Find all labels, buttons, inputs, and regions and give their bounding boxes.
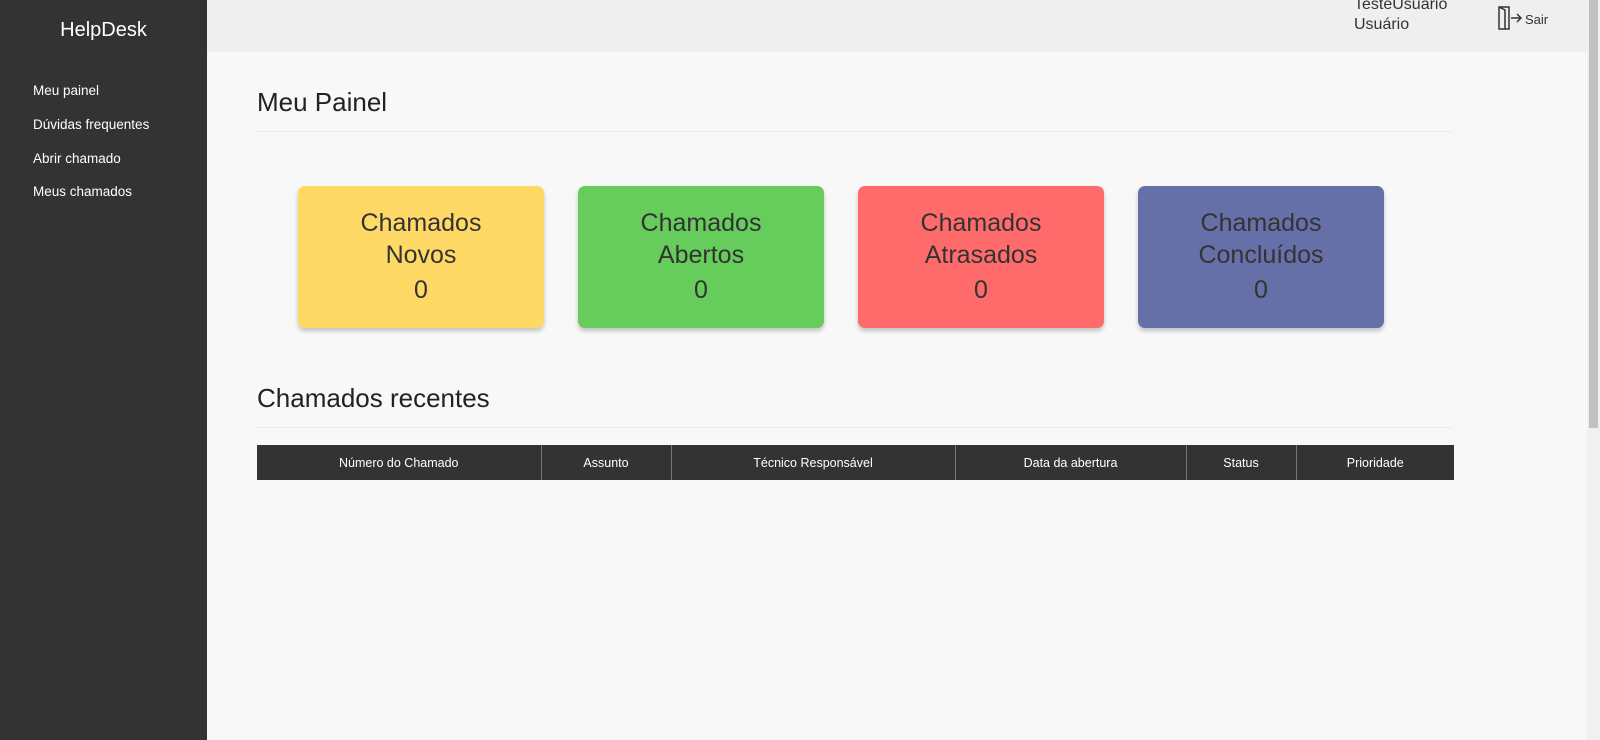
card-title-line2: Novos: [385, 241, 457, 269]
door-exit-icon: [1496, 5, 1523, 34]
card-title: Chamados Novos: [298, 207, 544, 271]
card-title-line2: Abertos: [657, 241, 745, 269]
card-title: Chamados Abertos: [578, 207, 824, 271]
card-chamados-abertos[interactable]: Chamados Abertos 0: [578, 186, 824, 328]
column-header-assunto[interactable]: Assunto: [540, 445, 671, 480]
sidebar: HelpDesk Meu painel Dúvidas frequentes A…: [0, 0, 207, 740]
column-header-prioridade[interactable]: Prioridade: [1295, 445, 1454, 480]
card-title: Chamados Concluídos: [1138, 207, 1384, 271]
logout-label: Sair: [1525, 11, 1549, 27]
logout-button[interactable]: Sair: [1496, 5, 1549, 34]
card-title-line2: Concluídos: [1198, 241, 1324, 269]
scrollbar[interactable]: [1587, 0, 1600, 740]
title-divider: [257, 131, 1453, 132]
sidebar-item-duvidas-frequentes[interactable]: Dúvidas frequentes: [33, 117, 149, 132]
recent-tickets-title: Chamados recentes: [257, 383, 490, 413]
user-role: Usuário: [1354, 16, 1410, 33]
column-header-numero[interactable]: Número do Chamado: [257, 445, 541, 480]
recent-divider: [257, 427, 1453, 428]
card-title-line1: Chamados: [920, 209, 1042, 237]
user-name: TesteUsuario: [1354, 0, 1448, 13]
page-title: Meu Painel: [257, 87, 388, 117]
brand-title: HelpDesk: [60, 19, 147, 41]
card-count: 0: [974, 276, 988, 304]
card-title-line1: Chamados: [360, 209, 482, 237]
card-count: 0: [1254, 276, 1268, 304]
table-header-row: Número do Chamado Assunto Técnico Respon…: [257, 445, 1454, 480]
card-title-line1: Chamados: [640, 209, 762, 237]
card-chamados-concluidos[interactable]: Chamados Concluídos 0: [1138, 186, 1384, 328]
card-count: 0: [694, 276, 708, 304]
card-count: 0: [414, 276, 428, 304]
card-title-line1: Chamados: [1200, 209, 1322, 237]
sidebar-item-meus-chamados[interactable]: Meus chamados: [33, 184, 132, 199]
scrollbar-thumb[interactable]: [1589, 0, 1598, 428]
sidebar-item-meu-painel[interactable]: Meu painel: [33, 83, 99, 98]
card-title: Chamados Atrasados: [858, 207, 1104, 271]
card-chamados-atrasados[interactable]: Chamados Atrasados 0: [858, 186, 1104, 328]
column-header-data-abertura[interactable]: Data da abertura: [954, 445, 1186, 480]
sidebar-item-abrir-chamado[interactable]: Abrir chamado: [33, 151, 121, 166]
card-title-line2: Atrasados: [924, 241, 1038, 269]
column-header-status[interactable]: Status: [1185, 445, 1296, 480]
recent-tickets-table: Número do Chamado Assunto Técnico Respon…: [257, 445, 1454, 480]
column-header-tecnico[interactable]: Técnico Responsável: [670, 445, 955, 480]
card-chamados-novos[interactable]: Chamados Novos 0: [298, 186, 544, 328]
